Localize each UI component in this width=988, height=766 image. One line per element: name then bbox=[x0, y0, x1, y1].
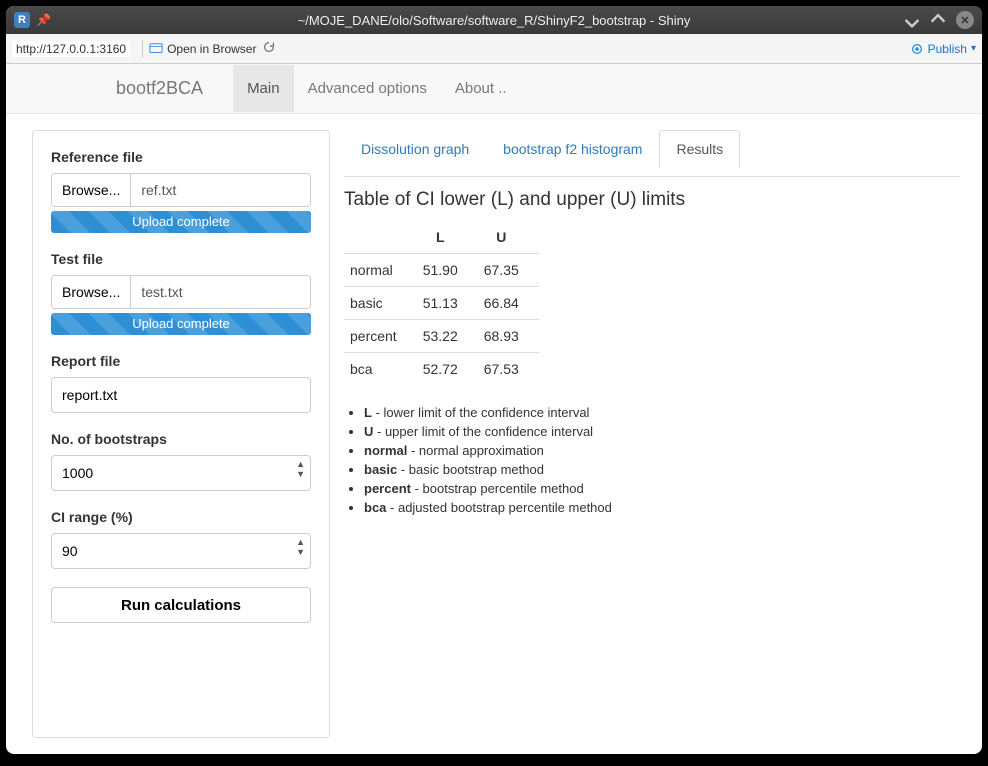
chevron-down-icon[interactable]: ▼ bbox=[296, 547, 305, 557]
open-browser-label: Open in Browser bbox=[167, 42, 256, 56]
legend-item: percent - bootstrap percentile method bbox=[364, 481, 960, 496]
toolbar: http://127.0.0.1:3160 Open in Browser Pu… bbox=[6, 34, 982, 64]
test-file-label: Test file bbox=[51, 251, 311, 267]
app-icon: R bbox=[14, 12, 30, 28]
test-browse-button[interactable]: Browse... bbox=[52, 276, 131, 308]
publish-button[interactable]: Publish ▾ bbox=[910, 42, 976, 56]
reload-button[interactable] bbox=[262, 40, 276, 57]
col-U: U bbox=[478, 221, 539, 254]
cell-L: 51.90 bbox=[417, 254, 478, 287]
reference-file-name: ref.txt bbox=[131, 174, 310, 206]
cell-U: 67.53 bbox=[478, 353, 539, 386]
pin-icon[interactable]: 📌 bbox=[36, 13, 51, 27]
window-title: ~/MOJE_DANE/olo/Software/software_R/Shin… bbox=[298, 13, 691, 28]
cell-L: 52.72 bbox=[417, 353, 478, 386]
minimize-icon[interactable] bbox=[904, 12, 920, 28]
table-row: bca52.7267.53 bbox=[344, 353, 539, 386]
legend-item: bca - adjusted bootstrap percentile meth… bbox=[364, 500, 960, 515]
tab-f2-histogram[interactable]: bootstrap f2 histogram bbox=[486, 130, 659, 167]
reference-file-input[interactable]: Browse... ref.txt bbox=[51, 173, 311, 207]
test-upload-progress: Upload complete bbox=[51, 313, 311, 335]
chevron-up-icon[interactable]: ▲ bbox=[296, 537, 305, 547]
run-calculations-button[interactable]: Run calculations bbox=[51, 587, 311, 623]
reference-file-label: Reference file bbox=[51, 149, 311, 165]
table-row: percent53.2268.93 bbox=[344, 320, 539, 353]
tabs: Dissolution graph bootstrap f2 histogram… bbox=[344, 130, 960, 167]
legend: L - lower limit of the confidence interv… bbox=[364, 405, 960, 515]
chevron-down-icon: ▾ bbox=[971, 43, 976, 54]
main-panel: Dissolution graph bootstrap f2 histogram… bbox=[330, 130, 974, 738]
tab-dissolution-graph[interactable]: Dissolution graph bbox=[344, 130, 486, 167]
col-method bbox=[344, 221, 417, 254]
chevron-up-icon[interactable]: ▲ bbox=[296, 459, 305, 469]
app-brand: bootf2BCA bbox=[116, 78, 203, 99]
cell-L: 53.22 bbox=[417, 320, 478, 353]
ci-range-label: CI range (%) bbox=[51, 509, 311, 525]
publish-icon bbox=[910, 42, 924, 56]
publish-label: Publish bbox=[928, 42, 967, 56]
chevron-down-icon[interactable]: ▼ bbox=[296, 469, 305, 479]
browser-icon bbox=[149, 42, 163, 56]
legend-item: normal - normal approximation bbox=[364, 443, 960, 458]
results-table: L U normal51.9067.35basic51.1366.84perce… bbox=[344, 221, 539, 385]
cell-U: 66.84 bbox=[478, 287, 539, 320]
cell-L: 51.13 bbox=[417, 287, 478, 320]
separator bbox=[142, 40, 143, 58]
cell-method: basic bbox=[344, 287, 417, 320]
open-in-browser-button[interactable]: Open in Browser bbox=[149, 42, 256, 56]
tab-results[interactable]: Results bbox=[659, 130, 740, 168]
titlebar: R 📌 ~/MOJE_DANE/olo/Software/software_R/… bbox=[6, 6, 982, 34]
legend-item: U - upper limit of the confidence interv… bbox=[364, 424, 960, 439]
maximize-icon[interactable] bbox=[930, 12, 946, 28]
sidebar: Reference file Browse... ref.txt Upload … bbox=[32, 130, 330, 738]
table-row: normal51.9067.35 bbox=[344, 254, 539, 287]
cell-U: 67.35 bbox=[478, 254, 539, 287]
test-file-name: test.txt bbox=[131, 276, 310, 308]
nav-main[interactable]: Main bbox=[233, 65, 294, 112]
stepper-arrows[interactable]: ▲▼ bbox=[296, 537, 305, 557]
navbar: bootf2BCA Main Advanced options About .. bbox=[6, 64, 982, 114]
close-icon[interactable] bbox=[956, 11, 974, 29]
cell-U: 68.93 bbox=[478, 320, 539, 353]
nav-advanced[interactable]: Advanced options bbox=[294, 65, 441, 112]
table-row: basic51.1366.84 bbox=[344, 287, 539, 320]
bootstraps-label: No. of bootstraps bbox=[51, 431, 311, 447]
bootstraps-input[interactable] bbox=[51, 455, 311, 491]
cell-method: bca bbox=[344, 353, 417, 386]
col-L: L bbox=[417, 221, 478, 254]
nav-about[interactable]: About .. bbox=[441, 65, 521, 112]
address-bar[interactable]: http://127.0.0.1:3160 bbox=[12, 41, 130, 57]
cell-method: normal bbox=[344, 254, 417, 287]
results-title: Table of CI lower (L) and upper (U) limi… bbox=[344, 189, 960, 211]
ci-range-input[interactable] bbox=[51, 533, 311, 569]
test-file-input[interactable]: Browse... test.txt bbox=[51, 275, 311, 309]
reference-browse-button[interactable]: Browse... bbox=[52, 174, 131, 206]
legend-item: L - lower limit of the confidence interv… bbox=[364, 405, 960, 420]
cell-method: percent bbox=[344, 320, 417, 353]
report-file-input[interactable] bbox=[51, 377, 311, 413]
legend-item: basic - basic bootstrap method bbox=[364, 462, 960, 477]
report-file-label: Report file bbox=[51, 353, 311, 369]
stepper-arrows[interactable]: ▲▼ bbox=[296, 459, 305, 479]
reference-upload-progress: Upload complete bbox=[51, 211, 311, 233]
